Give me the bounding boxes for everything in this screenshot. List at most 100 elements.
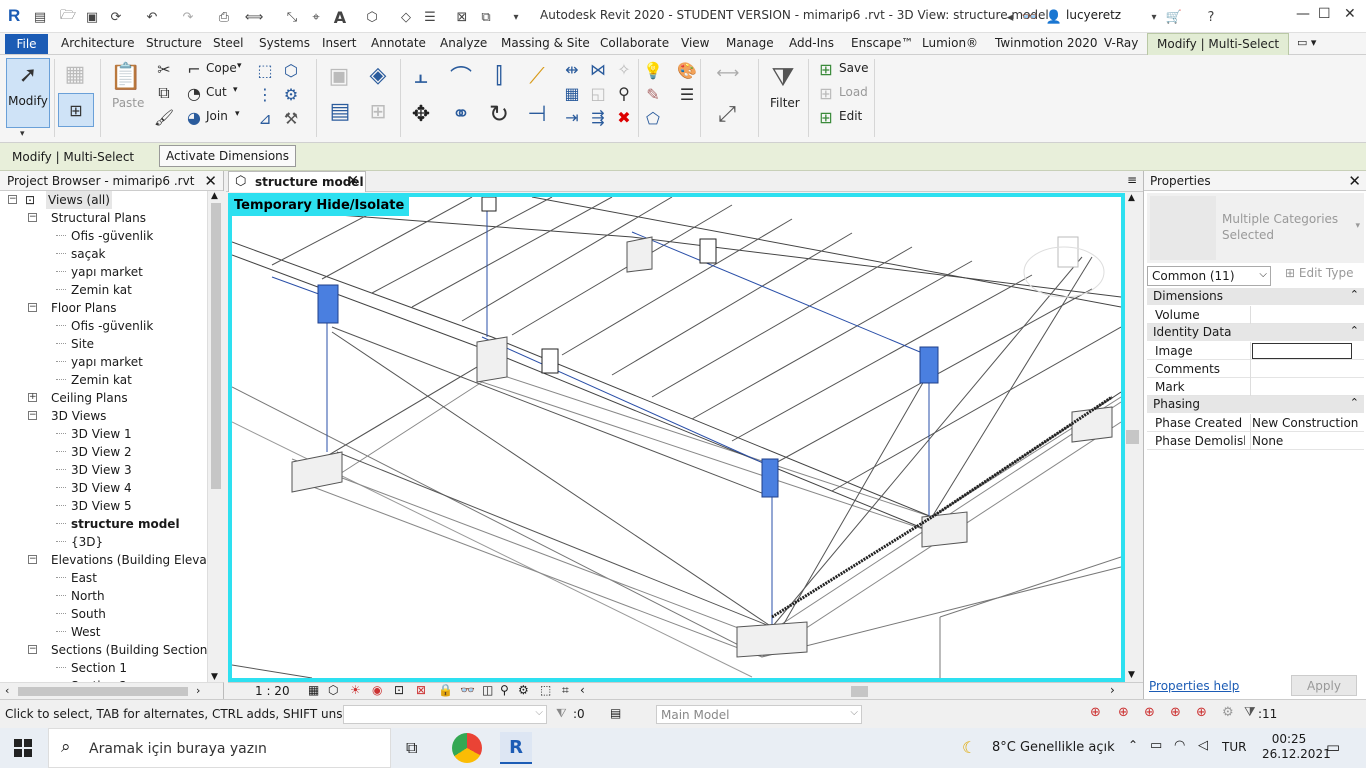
save-selection-icon[interactable]: ⊞: [818, 60, 834, 79]
cope-icon[interactable]: ⌐: [186, 60, 202, 79]
measure-tool-icon[interactable]: ⟷: [708, 63, 748, 82]
tab-twinmotion[interactable]: Twinmotion 2020: [995, 36, 1097, 50]
user-icon[interactable]: 👤: [1046, 8, 1062, 26]
lock-view-icon[interactable]: 🔒: [438, 683, 453, 697]
match-type-icon[interactable]: 🖌: [154, 108, 174, 127]
offset-icon[interactable]: ⌒: [446, 61, 476, 91]
activate-dimensions-tooltip[interactable]: Activate Dimensions: [159, 145, 297, 167]
sun-path-icon[interactable]: ☀: [350, 683, 361, 697]
tab-menu-icon[interactable]: ≡: [1127, 173, 1137, 187]
notifications-icon[interactable]: ▭: [1326, 738, 1340, 756]
collapse-icon[interactable]: −: [28, 303, 37, 312]
type-dropdown-icon[interactable]: ▾: [1355, 221, 1360, 231]
tab-vray[interactable]: V-Ray: [1104, 36, 1138, 50]
hscroll-left-icon[interactable]: ‹: [580, 683, 585, 697]
type-selector[interactable]: Multiple Categories Selected ▾: [1147, 193, 1364, 263]
shadows-icon[interactable]: ◉: [372, 683, 382, 697]
join-label[interactable]: Join: [206, 109, 228, 123]
collapse-group-icon[interactable]: ⌃: [1350, 396, 1359, 409]
collapse-icon[interactable]: −: [28, 645, 37, 654]
close-icon[interactable]: ✕: [204, 172, 217, 190]
paste-label[interactable]: Paste: [112, 96, 144, 110]
select-box-icon[interactable]: ⬠: [644, 109, 662, 128]
extend-icon[interactable]: ⇶: [590, 108, 606, 127]
tab-collaborate[interactable]: Collaborate: [600, 36, 669, 50]
scale-icon[interactable]: ◱: [590, 84, 606, 103]
ribbon-display-icon[interactable]: ▭ ▾: [1297, 36, 1316, 49]
category-filter-dropdown[interactable]: Common (11) ⌵: [1147, 266, 1271, 286]
reveal-constraints-icon[interactable]: ⌗: [562, 683, 569, 698]
cope-dropdown-icon[interactable]: ▾: [237, 61, 242, 71]
edit-selection-label[interactable]: Edit: [839, 109, 862, 123]
cope-label[interactable]: Cope: [206, 61, 237, 75]
select-pinned-icon[interactable]: ⊕: [1144, 705, 1155, 720]
chevron-up-icon[interactable]: ⌃: [1128, 738, 1138, 752]
view-tab-structure-model[interactable]: ⬡ structure model ✕: [228, 171, 366, 192]
tab-massing-site[interactable]: Massing & Site: [501, 36, 590, 50]
tab-modify-multi-select[interactable]: Modify | Multi-Select: [1147, 33, 1290, 55]
battery-icon[interactable]: ▭: [1150, 738, 1162, 753]
dimension-icon[interactable]: ⤡: [284, 8, 300, 26]
trim-icon[interactable]: ⊣: [522, 99, 552, 129]
expand-icon[interactable]: +: [28, 393, 37, 402]
tab-structure[interactable]: Structure: [146, 36, 202, 50]
join-icon[interactable]: ◕: [186, 108, 202, 127]
analytical-model-icon[interactable]: ⚙: [518, 683, 529, 697]
override-graphics-icon[interactable]: 🎨: [677, 61, 697, 80]
task-view-icon[interactable]: ⧉: [406, 738, 417, 758]
browser-hscroll-thumb[interactable]: [18, 687, 188, 696]
select-links-icon[interactable]: ⊕: [1090, 705, 1101, 720]
close-window-icon[interactable]: ✕: [1344, 6, 1356, 22]
structure-model-drawing[interactable]: [232, 197, 1121, 678]
demolish-icon[interactable]: ⊿: [256, 109, 274, 128]
property-row[interactable]: Mark: [1147, 378, 1364, 396]
info-icon[interactable]: ▤: [32, 8, 48, 26]
tab-enscape[interactable]: Enscape™: [851, 36, 913, 50]
workset-dropdown[interactable]: ⌵: [343, 705, 547, 724]
property-row[interactable]: Phase Created New Construction: [1147, 414, 1364, 432]
taskbar-search-box[interactable]: ⌕ Aramak için buraya yazın: [48, 728, 391, 768]
save-icon[interactable]: ▣: [84, 8, 100, 26]
select-by-face-icon[interactable]: ⊕: [1170, 705, 1181, 720]
paint-icon[interactable]: ⚙: [282, 85, 300, 104]
save-selection-label[interactable]: Save: [839, 61, 868, 75]
measure-icon[interactable]: ⟺: [245, 8, 264, 26]
tag-icon[interactable]: ⌖: [308, 8, 324, 26]
chrome-icon[interactable]: [452, 733, 482, 763]
browser-horizontal-scrollbar[interactable]: ‹ ›: [0, 682, 224, 699]
collapse-group-icon[interactable]: ⌃: [1350, 288, 1359, 301]
property-value[interactable]: New Construction: [1252, 416, 1358, 430]
close-icon[interactable]: ✕: [1348, 172, 1361, 190]
help-icon[interactable]: ?: [1202, 8, 1220, 26]
property-row[interactable]: Comments: [1147, 360, 1364, 378]
properties-icon[interactable]: ▦: [60, 59, 90, 89]
cut-dropdown-icon[interactable]: ▾: [233, 85, 238, 95]
binoculars-icon[interactable]: 👓: [1022, 8, 1038, 26]
close-hidden-icon[interactable]: ⊠: [454, 8, 470, 26]
text-icon[interactable]: A: [332, 8, 348, 27]
create-similar-icon[interactable]: ⊞: [362, 95, 394, 127]
hide-view-icon[interactable]: 💡: [643, 61, 663, 80]
create-group-icon[interactable]: ◈: [362, 59, 394, 91]
clock[interactable]: 00:25 26.12.2021: [1262, 732, 1331, 762]
dimension-tool-icon[interactable]: ⤢: [710, 99, 744, 129]
filter-icon[interactable]: ⧩: [766, 61, 800, 95]
property-row[interactable]: Image: [1147, 342, 1364, 360]
select-dropdown-icon[interactable]: ▾: [20, 129, 25, 139]
wifi-icon[interactable]: ◠: [1174, 738, 1185, 753]
crop-view-icon[interactable]: ⊡: [394, 683, 404, 697]
select-underlay-icon[interactable]: ⊕: [1118, 705, 1129, 720]
properties-help-link[interactable]: Properties help: [1149, 679, 1239, 693]
apply-button[interactable]: Apply: [1291, 675, 1357, 696]
trim-extend-icon[interactable]: ⇥: [564, 108, 580, 127]
split-face-icon[interactable]: ⋮: [256, 85, 274, 104]
scissors-icon[interactable]: ✂: [156, 60, 172, 79]
mirror-axis-icon[interactable]: ⫿: [484, 61, 514, 91]
property-group[interactable]: Phasing ⌃: [1147, 396, 1364, 413]
tab-annotate[interactable]: Annotate: [371, 36, 426, 50]
split-icon[interactable]: ⇹: [564, 60, 580, 79]
property-group[interactable]: Identity Data ⌃: [1147, 324, 1364, 341]
background-process-icon[interactable]: ⚙: [1222, 705, 1234, 720]
collapse-icon[interactable]: −: [28, 555, 37, 564]
sync-icon[interactable]: ⟳: [108, 8, 124, 26]
